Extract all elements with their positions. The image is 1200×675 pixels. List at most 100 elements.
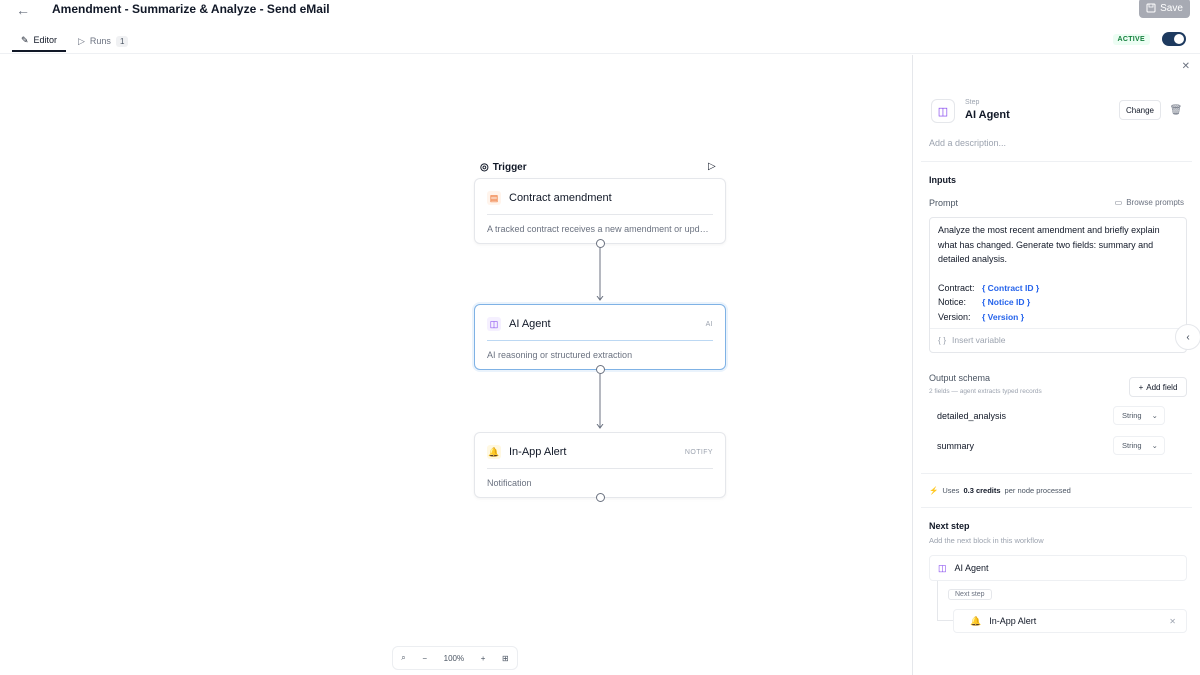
step-panel: ✕ ◫ Step AI Agent Change 🗑 Add a descrip…: [912, 55, 1200, 675]
active-toggle[interactable]: [1162, 32, 1186, 46]
node-description: AI reasoning or structured extraction: [487, 350, 633, 360]
prompt-line: what has changed. Generate two fields: s…: [938, 239, 1154, 250]
output-port[interactable]: [596, 239, 605, 248]
schema-field-row: summary String ⌄: [929, 433, 1187, 459]
bell-icon: 🔔: [487, 445, 501, 459]
tab-editor-label: Editor: [33, 35, 58, 45]
remove-icon[interactable]: ✕: [1169, 617, 1176, 626]
node-description: Notification: [487, 478, 532, 488]
field-name: summary: [937, 441, 975, 451]
step-kicker: Step: [965, 99, 980, 106]
browse-prompts-button[interactable]: ▭ Browse prompts: [1115, 198, 1184, 207]
description-input[interactable]: Add a description...: [929, 138, 1006, 148]
prompt-editor[interactable]: Analyze the most recent amendment and br…: [929, 217, 1187, 353]
node-title: In-App Alert: [509, 446, 567, 458]
next-step-child-card[interactable]: 🔔 In-App Alert ✕: [953, 609, 1187, 633]
field-type-value: String: [1122, 411, 1142, 420]
node-in-app-alert[interactable]: 🔔 In-App Alert NOTIFY Notification: [474, 432, 726, 502]
robot-icon: ◫: [938, 562, 947, 573]
chevron-left-icon[interactable]: ‹: [1175, 324, 1200, 350]
next-step-label: AI Agent: [954, 563, 989, 573]
chevron-down-icon: ⌄: [1151, 441, 1158, 450]
insert-variable-button[interactable]: { } Insert variable: [930, 328, 1186, 352]
top-bar: ← Amendment - Summarize & Analyze - Send…: [0, 0, 1200, 22]
node-description: A tracked contract receives a new amendm…: [487, 224, 709, 234]
trigger-label: ◎ Trigger: [480, 162, 527, 173]
connectors: [0, 246, 912, 675]
robot-icon: ◫: [487, 317, 501, 331]
variable-pill[interactable]: { Version }: [982, 310, 1024, 325]
back-arrow-icon[interactable]: ←: [14, 1, 32, 19]
zoom-level: 100%: [443, 653, 465, 663]
tab-runs[interactable]: ▷ Runs 1: [78, 30, 129, 52]
workflow-canvas[interactable]: [0, 55, 912, 675]
variable-key: Version:: [938, 311, 971, 322]
zoom-in-icon[interactable]: +: [481, 654, 486, 663]
sparkle-icon: ⚡: [929, 486, 939, 495]
fit-view-icon[interactable]: ⊞: [502, 654, 509, 663]
node-tag: AI: [705, 320, 713, 328]
insert-variable-label: Insert variable: [952, 335, 1006, 346]
credits-prefix: Uses: [942, 486, 960, 495]
variable-row: Notice: { Notice ID }: [938, 295, 1178, 310]
plus-icon: +: [1138, 382, 1144, 392]
field-name: detailed_analysis: [937, 411, 1007, 421]
node-ai-agent[interactable]: ◫ AI Agent AI AI reasoning or structured…: [474, 304, 726, 374]
search-icon[interactable]: ⌕: [401, 653, 405, 663]
tab-editor[interactable]: ✎ Editor: [12, 30, 66, 52]
bell-icon: 🔔: [970, 615, 982, 626]
page-title: Amendment - Summarize & Analyze - Send e…: [52, 2, 330, 16]
field-type-select[interactable]: String ⌄: [1113, 436, 1165, 455]
schema-field-row: detailed_analysis String ⌄: [929, 403, 1187, 429]
add-field-button[interactable]: + Add field: [1129, 377, 1187, 397]
save-button[interactable]: Save: [1139, 0, 1190, 18]
step-title: AI Agent: [965, 109, 1010, 121]
book-icon: ▭: [1114, 198, 1123, 207]
divider: [921, 507, 1192, 508]
next-step-card[interactable]: ◫ AI Agent: [929, 555, 1187, 581]
variable-pill[interactable]: { Contract ID }: [982, 281, 1039, 296]
browse-label: Browse prompts: [1126, 198, 1184, 207]
output-port[interactable]: [596, 365, 605, 374]
next-step-child-label: In-App Alert: [989, 616, 1037, 626]
credits-info: ⚡ Uses 0.3 credits per node processed: [929, 486, 1071, 495]
close-icon[interactable]: ✕: [1182, 61, 1190, 72]
prompt-line: Analyze the most recent amendment and br…: [938, 225, 1160, 235]
next-step-subtitle: Add the next block in this workflow: [929, 536, 1044, 545]
node-divider: [487, 340, 713, 341]
node-tag: NOTIFY: [684, 448, 713, 456]
node-contract-amendment[interactable]: ▤ Contract amendment A tracked contract …: [474, 178, 726, 248]
variable-key: Notice:: [938, 297, 967, 307]
prompt-line: detailed analysis.: [938, 254, 1008, 264]
node-title: AI Agent: [509, 318, 551, 330]
change-button[interactable]: Change: [1119, 100, 1161, 120]
play-icon: ▷: [78, 35, 85, 46]
target-icon: ◎: [480, 162, 489, 173]
run-trigger-icon[interactable]: ▷: [708, 161, 716, 172]
node-divider: [487, 468, 713, 469]
prompt-label: Prompt: [929, 198, 959, 208]
divider: [921, 161, 1192, 162]
field-type-select[interactable]: String ⌄: [1113, 406, 1165, 425]
save-icon: [1146, 3, 1156, 13]
prompt-blank-line: [938, 267, 1178, 281]
divider: [921, 473, 1192, 474]
add-field-label: Add field: [1146, 382, 1178, 392]
status-badge: ACTIVE: [1112, 34, 1150, 45]
output-schema-subtitle: 2 fields — agent extracts typed records: [929, 388, 1042, 395]
pencil-icon: ✎: [20, 34, 29, 45]
output-port[interactable]: [596, 493, 605, 502]
variable-key: Contract:: [938, 282, 975, 293]
trigger-label-text: Trigger: [492, 162, 527, 173]
field-type-value: String: [1122, 441, 1142, 450]
zoom-toolbar: ⌕ − 100% + ⊞: [392, 646, 518, 670]
zoom-out-icon[interactable]: −: [422, 654, 427, 663]
credits-value: 0.3 credits: [963, 486, 1001, 495]
trash-icon[interactable]: 🗑: [1167, 100, 1185, 120]
save-label: Save: [1160, 2, 1183, 14]
node-title: Contract amendment: [509, 192, 612, 204]
tab-bar: ✎ Editor ▷ Runs 1 ACTIVE: [0, 24, 1200, 54]
variable-pill[interactable]: { Notice ID }: [982, 295, 1030, 310]
next-step-tag: Next step: [948, 589, 992, 600]
chevron-down-icon: ⌄: [1151, 411, 1158, 420]
